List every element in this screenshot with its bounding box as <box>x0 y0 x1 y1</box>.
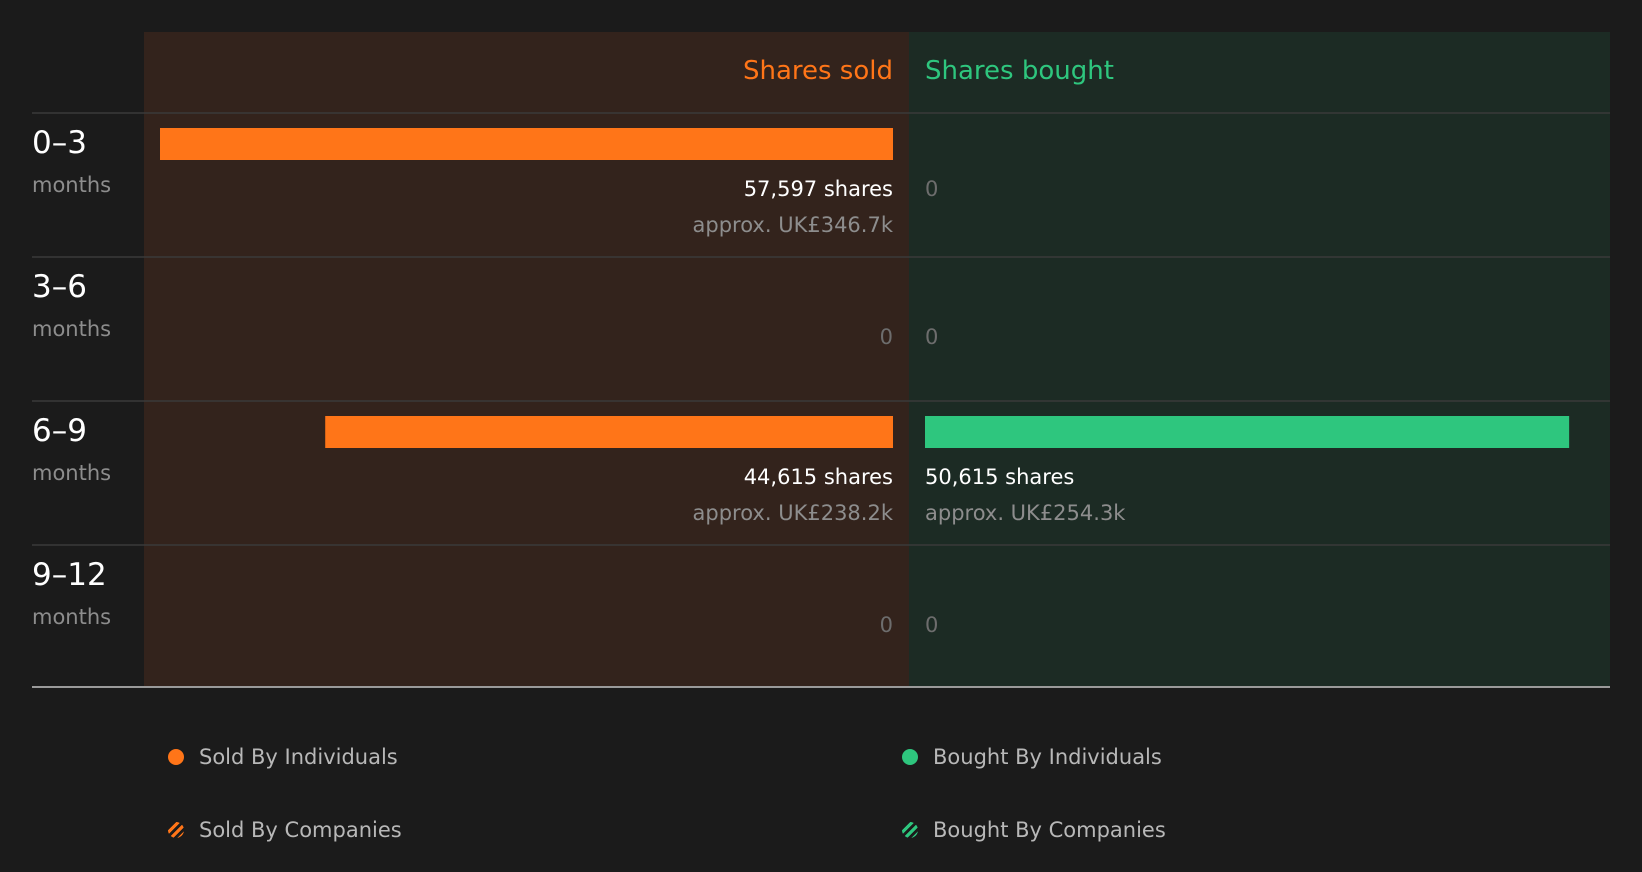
legend-label: Sold By Individuals <box>199 745 398 769</box>
category-unit-label: months <box>32 317 111 341</box>
sold-bar <box>325 416 893 448</box>
bought-column-header: Shares bought <box>925 56 1114 86</box>
sold-shares-label: 44,615 shares <box>744 465 893 489</box>
bought-bar <box>925 416 1570 448</box>
insider-trading-chart: Shares sold Shares bought 0–3 months 57,597 … <box>32 32 1610 688</box>
legend-label: Bought By Individuals <box>933 745 1162 769</box>
category-range-label: 3–6 <box>32 269 87 305</box>
bought-value-label: approx. UK£254.3k <box>925 501 1126 525</box>
category-range-label: 9–12 <box>32 557 107 593</box>
sold-value-label: approx. UK£346.7k <box>693 213 894 237</box>
category-range-label: 0–3 <box>32 125 87 161</box>
sold-bar <box>160 128 893 160</box>
bought-panel <box>909 32 1610 686</box>
category-unit-label: months <box>32 173 111 197</box>
category-unit-label: months <box>32 461 111 485</box>
bought-individuals-swatch <box>902 749 918 765</box>
legend-bought-companies: Bought By Companies <box>902 818 1166 842</box>
category-range-label: 6–9 <box>32 413 87 449</box>
sold-shares-label: 57,597 shares <box>744 177 893 201</box>
category-unit-label: months <box>32 605 111 629</box>
sold-column-header: Shares sold <box>743 56 893 86</box>
sold-zero-label: 0 <box>880 325 893 349</box>
sold-individuals-swatch <box>168 749 184 765</box>
bought-zero-label: 0 <box>925 613 938 637</box>
sold-zero-label: 0 <box>880 613 893 637</box>
bought-zero-label: 0 <box>925 325 938 349</box>
legend-label: Bought By Companies <box>933 818 1166 842</box>
legend-sold-individuals: Sold By Individuals <box>168 745 398 769</box>
legend-label: Sold By Companies <box>199 818 402 842</box>
legend-sold-companies: Sold By Companies <box>168 818 402 842</box>
bought-zero-label: 0 <box>925 177 938 201</box>
bought-companies-swatch <box>902 822 918 838</box>
bought-shares-label: 50,615 shares <box>925 465 1074 489</box>
legend-bought-individuals: Bought By Individuals <box>902 745 1162 769</box>
sold-value-label: approx. UK£238.2k <box>693 501 894 525</box>
sold-companies-swatch <box>168 822 184 838</box>
